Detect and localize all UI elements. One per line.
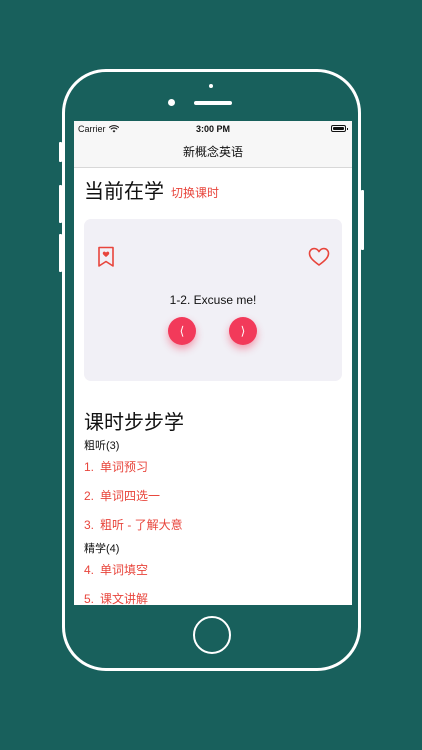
earpiece-speaker <box>194 101 232 105</box>
current-section-header: 当前在学 切换课时 <box>84 180 342 204</box>
status-time: 3:00 PM <box>195 124 230 134</box>
power-button <box>361 190 364 250</box>
mute-switch <box>59 142 62 162</box>
step-item-1[interactable]: 1. 单词预习 <box>84 453 342 482</box>
step-item-5[interactable]: 5. 课文讲解 <box>84 585 342 605</box>
proximity-sensor <box>209 84 213 88</box>
heart-icon[interactable] <box>308 247 330 267</box>
current-lesson-card: 1-2. Excuse me! ⟨ ⟩ <box>84 219 342 381</box>
volume-up-button <box>59 185 62 223</box>
app-screen: Carrier 3:00 PM 新概念英语 当前在学 切换课时 1-2. Exc… <box>74 121 352 605</box>
status-bar: Carrier 3:00 PM <box>74 121 352 136</box>
steps-heading: 课时步步学 <box>84 412 184 434</box>
group-label: 精学(4) <box>84 543 120 555</box>
step-item-2[interactable]: 2. 单词四选一 <box>84 482 342 511</box>
group-label: 粗听(3) <box>84 440 120 452</box>
home-button[interactable] <box>193 616 231 654</box>
battery-icon <box>331 125 348 132</box>
lesson-title: 1-2. Excuse me! <box>169 293 257 307</box>
next-lesson-button[interactable]: ⟩ <box>229 317 257 345</box>
step-group-listening: 粗听(3) 1. 单词预习 2. 单词四选一 3. 粗听 - 了解大意 <box>84 437 342 540</box>
step-item-4[interactable]: 4. 单词填空 <box>84 556 342 585</box>
navigation-bar: 新概念英语 <box>74 136 352 168</box>
main-content: 当前在学 切换课时 1-2. Excuse me! ⟨ ⟩ 课时步步学 粗听(3… <box>74 180 352 605</box>
current-heading: 当前在学 <box>84 181 164 203</box>
previous-lesson-button[interactable]: ⟨ <box>168 317 196 345</box>
switch-lesson-link[interactable]: 切换课时 <box>171 184 219 201</box>
step-group-intensive: 精学(4) 4. 单词填空 5. 课文讲解 <box>84 540 342 605</box>
chevron-left-icon: ⟨ <box>179 324 185 338</box>
front-camera <box>168 99 175 106</box>
volume-down-button <box>59 234 62 272</box>
chevron-right-icon: ⟩ <box>240 324 246 338</box>
nav-title: 新概念英语 <box>182 145 243 159</box>
step-item-3[interactable]: 3. 粗听 - 了解大意 <box>84 511 342 540</box>
bookmark-heart-icon[interactable] <box>96 246 116 268</box>
